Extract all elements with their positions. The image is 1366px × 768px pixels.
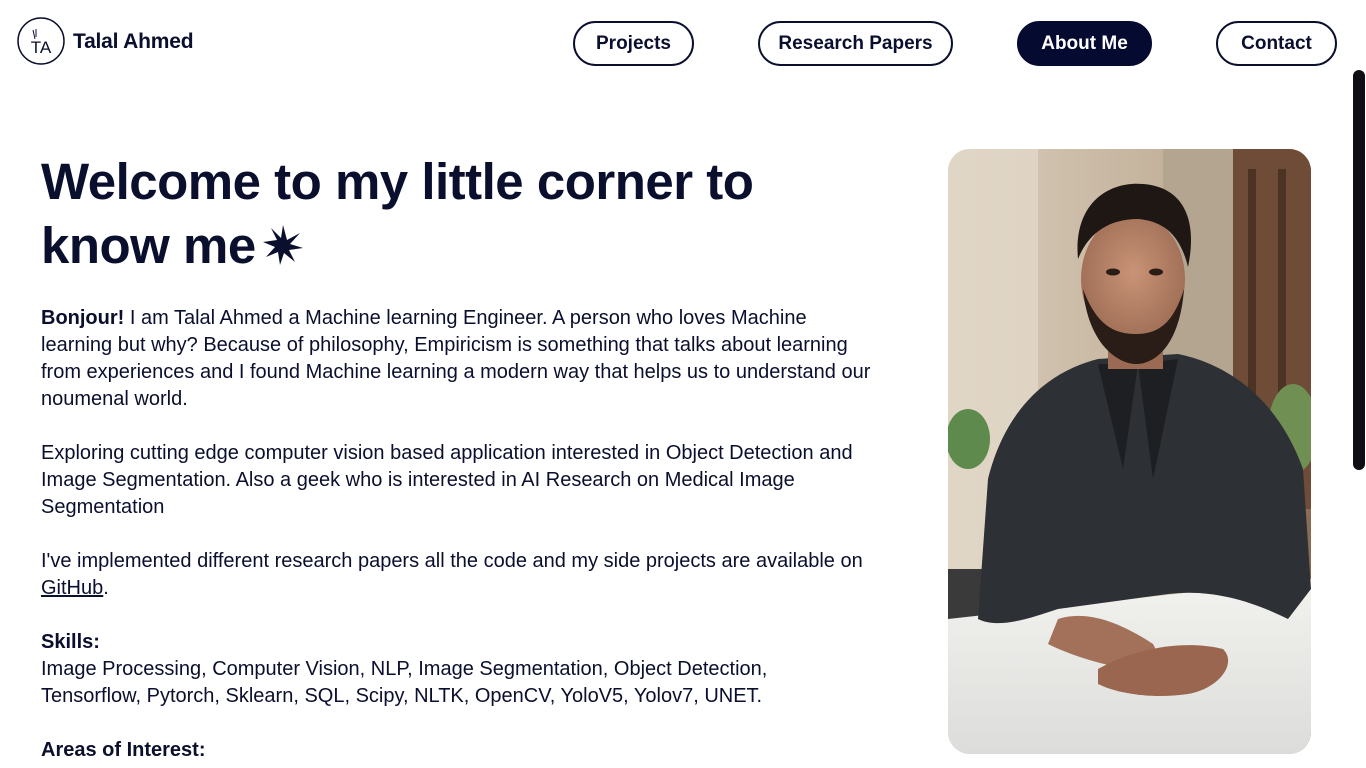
areas-of-interest-heading: Areas of Interest:: [41, 739, 206, 761]
github-link[interactable]: GitHub: [41, 577, 103, 599]
skills-list: Image Processing, Computer Vision, NLP, …: [41, 658, 768, 707]
brand-name[interactable]: Talal Ahmed: [73, 30, 194, 54]
github-paragraph: I've implemented different research pape…: [41, 548, 871, 602]
github-paragraph-text: I've implemented different research pape…: [41, 550, 863, 572]
interests-paragraph: Exploring cutting edge computer vision b…: [41, 442, 853, 518]
nav-projects-button[interactable]: Projects: [573, 21, 694, 66]
page: TA Talal Ahmed Projects Research Papers …: [0, 0, 1366, 768]
nav-research-papers-button[interactable]: Research Papers: [758, 21, 953, 66]
asterisk-star-icon: [262, 225, 303, 265]
nav-about-me-button[interactable]: About Me: [1017, 21, 1152, 66]
github-paragraph-end: .: [103, 577, 109, 599]
skills-heading: Skills:: [41, 631, 100, 653]
page-title: Welcome to my little corner to know me: [41, 150, 841, 278]
intro-greeting: Bonjour!: [41, 307, 125, 329]
intro-paragraph: Bonjour! I am Talal Ahmed a Machine lear…: [41, 305, 871, 413]
profile-photo: [948, 149, 1311, 754]
page-title-text: Welcome to my little corner to know me: [41, 153, 754, 274]
scrollbar-thumb[interactable]: [1353, 70, 1365, 470]
logo-icon[interactable]: TA: [17, 17, 65, 65]
logo-initials: TA: [31, 38, 52, 57]
nav-contact-button[interactable]: Contact: [1216, 21, 1337, 66]
intro-text: I am Talal Ahmed a Machine learning Engi…: [41, 307, 871, 410]
